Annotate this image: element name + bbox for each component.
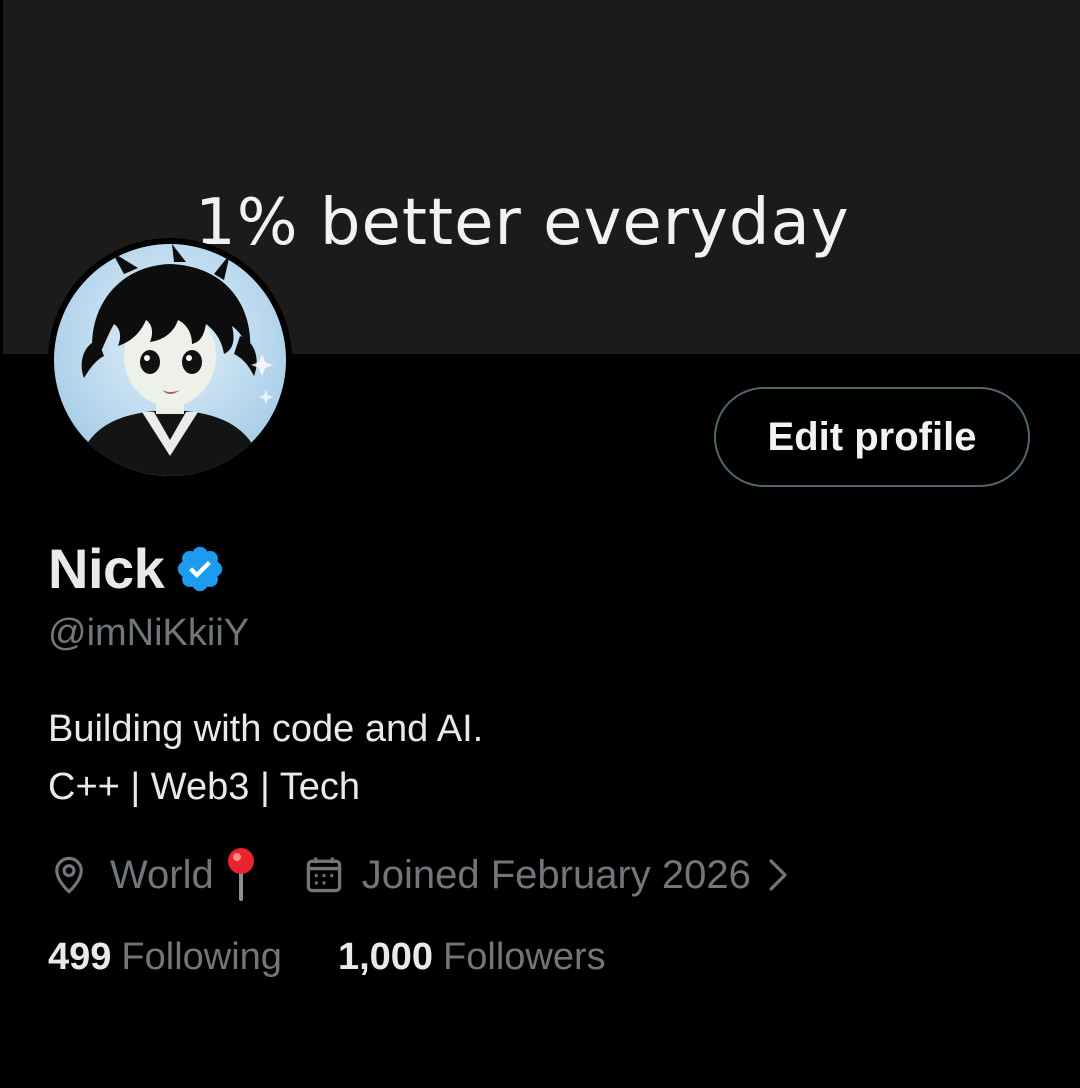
following-link[interactable]: 499 Following [48,936,282,979]
following-label: Following [121,936,282,978]
avatar[interactable] [48,238,292,482]
user-handle: @imNiKkiiY [48,612,250,654]
joined-date[interactable]: Joined February 2026 [362,853,751,898]
round-pushpin-icon [224,847,258,903]
anime-avatar-icon [54,244,286,476]
followers-count: 1,000 [337,936,434,978]
follow-stats: 499 Following 1,000 Followers [48,936,606,979]
verified-badge-icon[interactable] [174,543,226,595]
profile-meta: World Joined February 2026 [48,843,791,907]
profile-page: 1% better everyday Edit profile Nick @im… [0,0,1080,1088]
followers-label: Followers [443,936,606,978]
bio-line: C++ | Web3 | Tech [48,766,360,808]
display-name: Nick [48,537,165,600]
following-count: 499 [48,936,112,978]
bio-line: Building with code and AI. [48,708,484,750]
followers-link[interactable]: 1,000 Followers [338,936,606,979]
calendar-icon [302,853,346,897]
chevron-right-icon[interactable] [765,855,791,895]
name-row: Nick [48,536,226,601]
location-icon [48,854,90,896]
banner-text: 1% better everyday [195,186,850,260]
location-text: World [110,852,214,897]
bio: Building with code and AI. C++ | Web3 | … [48,700,483,816]
edit-profile-button[interactable]: Edit profile [714,387,1030,487]
